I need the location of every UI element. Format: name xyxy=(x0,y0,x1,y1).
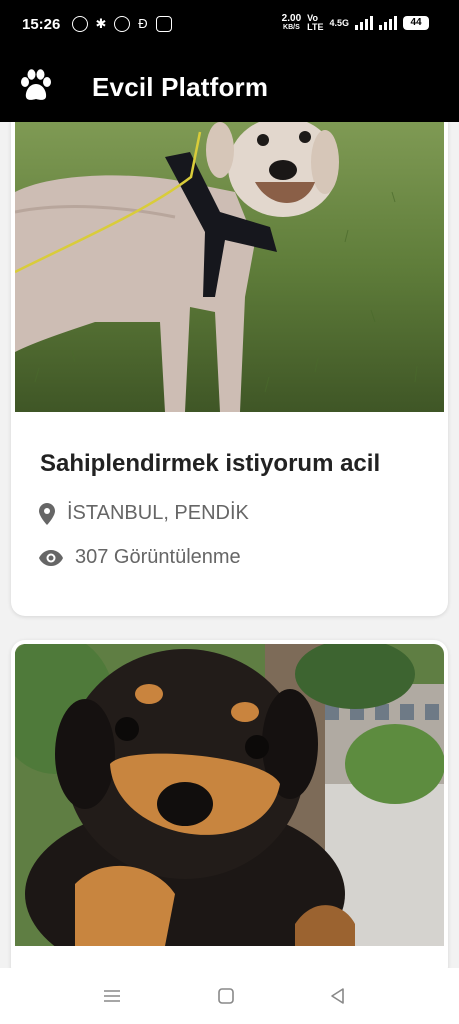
battery-icon: 44 xyxy=(403,16,429,30)
listing-views: 307 Görüntülenme xyxy=(39,546,241,569)
status-bar: 15:26 ✱ Ð 2.00 KB/S Vo LTE 4.5G 44 xyxy=(0,0,459,52)
d-notification-icon: Ð xyxy=(138,16,148,31)
smile-notification-icon xyxy=(156,16,172,32)
network-speed: 2.00 KB/S xyxy=(281,13,302,32)
app-title: Evcil Platform xyxy=(92,72,269,102)
listing-feed[interactable]: Sahiplendirmek istiyorum acil İSTANBUL, … xyxy=(0,122,459,968)
en-notification-icon xyxy=(114,16,130,32)
listing-card[interactable] xyxy=(11,640,448,968)
volte-indicator: Vo LTE xyxy=(307,13,324,32)
fan-notification-icon: ✱ xyxy=(95,16,107,31)
menu-icon[interactable] xyxy=(101,985,123,1007)
listing-card[interactable]: Sahiplendirmek istiyorum acil İSTANBUL, … xyxy=(11,122,448,616)
signal-type: 4.5G xyxy=(329,17,349,28)
status-time: 15:26 xyxy=(22,16,61,33)
views-text: 307 Görüntülenme xyxy=(75,546,241,568)
listing-location: İSTANBUL, PENDİK xyxy=(39,502,249,525)
home-icon[interactable] xyxy=(215,985,237,1007)
system-nav-bar xyxy=(0,968,459,1024)
chat-notification-icon xyxy=(72,16,88,32)
app-bar: Evcil Platform xyxy=(0,52,459,122)
status-right: 2.00 KB/S Vo LTE 4.5G 44 xyxy=(282,14,429,32)
pet-photo[interactable] xyxy=(15,122,444,412)
back-icon[interactable] xyxy=(327,985,349,1007)
signal-icon-2 xyxy=(379,16,397,30)
signal-icon xyxy=(355,16,373,30)
listing-title[interactable]: Sahiplendirmek istiyorum acil xyxy=(40,450,380,478)
notification-icons: ✱ Ð xyxy=(72,16,172,32)
pet-photo[interactable] xyxy=(15,644,444,946)
location-pin-icon xyxy=(39,502,55,525)
paw-icon[interactable] xyxy=(19,68,53,104)
location-text: İSTANBUL, PENDİK xyxy=(67,502,249,524)
eye-icon xyxy=(39,549,63,566)
